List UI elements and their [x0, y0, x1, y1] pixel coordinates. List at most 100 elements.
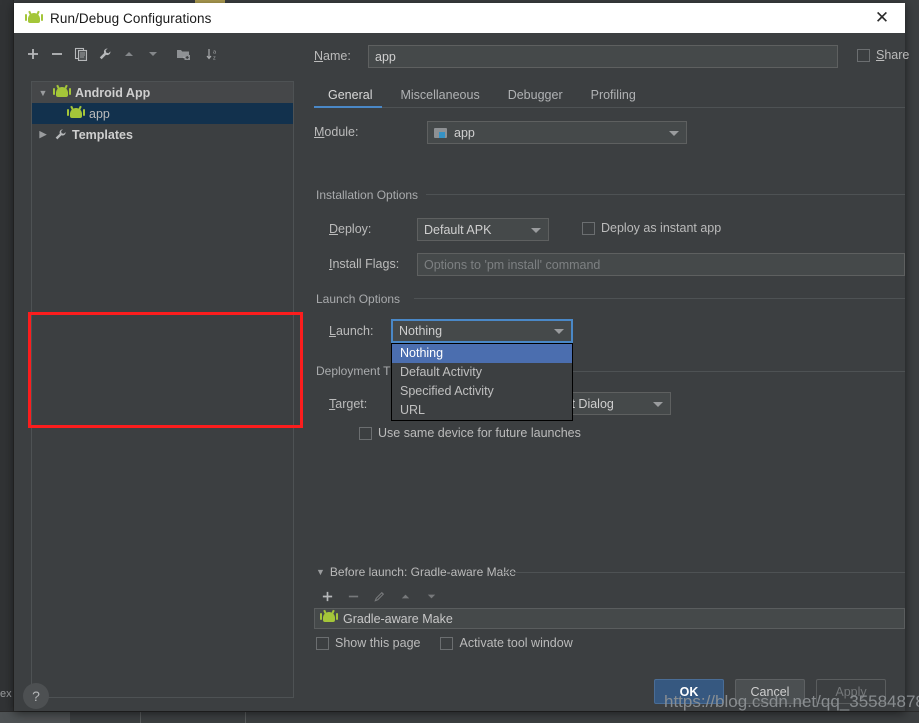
launch-options-title: Launch Options	[316, 292, 407, 306]
configuration-editor-pane: Name: Share General Miscellaneous Debugg…	[304, 33, 909, 711]
remove-button[interactable]	[46, 43, 68, 65]
module-label: Module:	[314, 125, 359, 139]
chevron-down-icon[interactable]: ▼	[316, 567, 325, 577]
show-this-page-checkbox[interactable]: Show this page	[316, 636, 420, 650]
chevron-down-icon	[554, 329, 564, 334]
launch-value: Nothing	[399, 324, 443, 338]
add-button[interactable]	[22, 43, 44, 65]
bl-move-down-button[interactable]	[420, 585, 442, 607]
wrench-icon[interactable]	[94, 43, 116, 65]
launch-dropdown-popup[interactable]: Nothing Default Activity Specified Activ…	[391, 343, 573, 421]
dialog-title: Run/Debug Configurations	[50, 10, 212, 26]
close-icon[interactable]: ✕	[873, 10, 891, 28]
arrow-down-icon[interactable]	[142, 43, 164, 65]
deploy-value: Default APK	[424, 222, 492, 237]
launch-option-specified-activity[interactable]: Specified Activity	[392, 382, 572, 401]
install-flags-label: Install Flags:	[329, 257, 400, 271]
deployment-target-options-title: Deployment T	[316, 364, 397, 378]
launch-dropdown[interactable]: Nothing	[391, 319, 573, 343]
launch-label: Launch:	[329, 324, 374, 338]
name-label: Name:	[314, 49, 351, 63]
module-value: app	[454, 125, 475, 140]
arrow-up-icon[interactable]	[118, 43, 140, 65]
chevron-right-icon[interactable]: ▶	[36, 129, 50, 140]
before-launch-list[interactable]: Gradle-aware Make	[314, 608, 905, 629]
android-icon	[53, 84, 71, 101]
bl-remove-button[interactable]	[342, 585, 364, 607]
pencil-icon[interactable]	[368, 585, 390, 607]
use-same-device-label: Use same device for future launches	[378, 426, 581, 440]
tab-bar: General Miscellaneous Debugger Profiling	[314, 81, 905, 108]
tab-active-indicator	[314, 106, 382, 108]
configurations-toolbar: a z	[22, 41, 292, 67]
android-icon	[67, 105, 85, 122]
launch-options-rule	[414, 298, 905, 299]
checkbox-box	[359, 426, 372, 440]
before-launch-title: ▼ Before launch: Gradle-aware Make	[316, 565, 523, 579]
activate-tool-window-checkbox[interactable]: Activate tool window	[440, 636, 573, 650]
wrench-icon	[54, 128, 67, 141]
help-button[interactable]: ?	[23, 683, 49, 709]
name-input[interactable]	[368, 45, 838, 68]
show-this-page-label: Show this page	[335, 636, 421, 650]
configurations-tree[interactable]: ▼ Android App app ▶ Templates	[31, 81, 294, 698]
checkbox-box	[582, 221, 595, 235]
tab-debugger[interactable]: Debugger	[494, 88, 577, 108]
module-dropdown[interactable]: app	[427, 121, 687, 144]
svg-text:z: z	[213, 56, 216, 62]
tree-node-templates[interactable]: ▶ Templates	[32, 124, 293, 145]
watermark-text: https://blog.csdn.net/qq_35584878	[664, 692, 919, 711]
tree-node-label: app	[89, 106, 110, 121]
before-launch-item-label: Gradle-aware Make	[343, 611, 453, 626]
background-status-segment	[0, 712, 70, 723]
sort-az-icon[interactable]: a z	[202, 43, 224, 65]
share-label: Share	[876, 48, 910, 62]
installation-options-rule	[426, 194, 905, 195]
background-status-bar	[0, 711, 919, 723]
chevron-down-icon	[531, 228, 541, 233]
tab-general[interactable]: General	[314, 88, 386, 108]
android-icon	[320, 609, 338, 628]
tree-node-label: Templates	[72, 127, 133, 142]
tree-node-android-app[interactable]: ▼ Android App	[32, 82, 293, 103]
share-checkbox[interactable]: Share	[857, 48, 909, 62]
dialog-body: a z ▼ Android App app ▶ Templates Name: …	[14, 33, 909, 711]
launch-option-url[interactable]: URL	[392, 401, 572, 420]
launch-option-default-activity[interactable]: Default Activity	[392, 363, 572, 382]
deploy-as-instant-app-label: Deploy as instant app	[601, 221, 722, 235]
launch-option-nothing[interactable]: Nothing	[392, 344, 572, 363]
bl-move-up-button[interactable]	[394, 585, 416, 607]
deploy-dropdown[interactable]: Default APK	[417, 218, 549, 241]
background-right-strip	[904, 5, 919, 723]
android-icon	[25, 10, 43, 25]
bl-add-button[interactable]	[316, 585, 338, 607]
tab-miscellaneous[interactable]: Miscellaneous	[386, 88, 493, 108]
deploy-as-instant-app-checkbox[interactable]: Deploy as instant app	[582, 221, 721, 235]
chevron-down-icon[interactable]: ▼	[36, 88, 50, 98]
background-left-toolwindow-strip	[0, 0, 14, 723]
module-folder-icon	[434, 127, 448, 139]
install-flags-input[interactable]	[417, 253, 905, 276]
run-debug-configurations-dialog: Run/Debug Configurations ✕ a z ▼ Android…	[14, 3, 909, 711]
tab-profiling[interactable]: Profiling	[577, 88, 650, 108]
before-launch-title-text: Before launch: Gradle-aware Make	[329, 565, 517, 579]
before-launch-rule	[502, 572, 905, 573]
deploy-label: Deploy:	[329, 222, 372, 236]
name-row: Name: Share	[314, 45, 909, 69]
installation-options-title: Installation Options	[316, 188, 425, 202]
chevron-down-icon	[653, 402, 663, 407]
tree-node-app[interactable]: app	[32, 103, 293, 124]
copy-icon[interactable]	[70, 43, 92, 65]
tab-bar-divider	[314, 107, 905, 108]
checkbox-box	[440, 636, 454, 650]
background-status-divider-2	[245, 712, 246, 723]
chevron-down-icon	[669, 131, 679, 136]
activate-tool-window-label: Activate tool window	[459, 636, 573, 650]
before-launch-checkboxes: Show this page Activate tool window	[316, 636, 573, 650]
tree-node-label: Android App	[75, 85, 151, 100]
use-same-device-checkbox[interactable]: Use same device for future launches	[359, 426, 581, 440]
checkbox-box	[857, 48, 870, 62]
folder-add-icon[interactable]	[172, 43, 194, 65]
background-status-divider	[140, 712, 141, 723]
background-edge-text: ex	[0, 688, 12, 700]
